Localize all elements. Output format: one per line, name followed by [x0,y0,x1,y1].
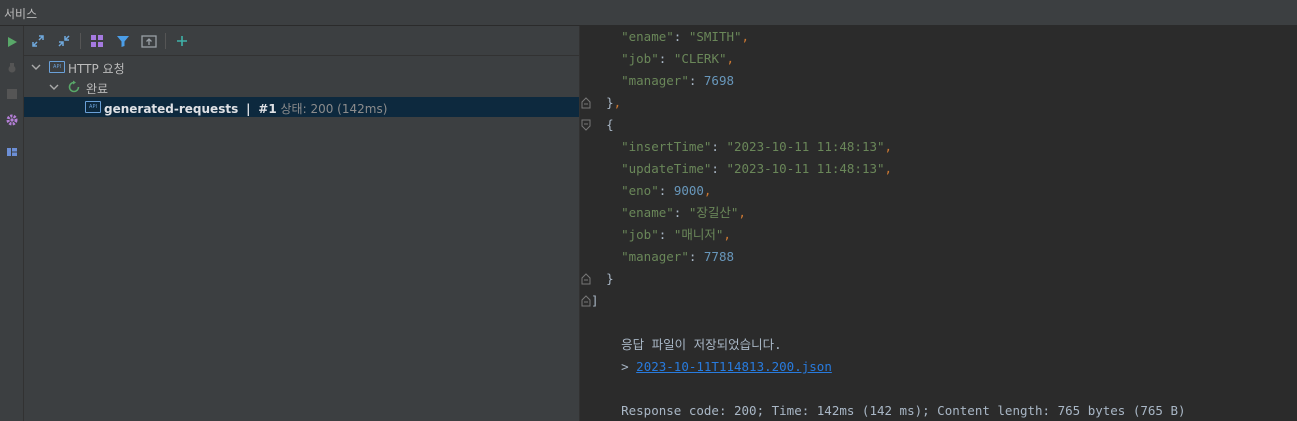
request-row-text: generated-requests | #1 상태: 200 (142ms) [104,100,387,117]
json-line-content: }, [606,95,622,110]
json-key: "ename" [621,29,674,44]
run-icon[interactable] [4,34,20,50]
debug-icon[interactable] [4,60,20,76]
json-line-content: } [591,268,614,290]
tree-node-completed[interactable]: 완료 [24,77,579,97]
json-line-content: ] [591,290,599,312]
saved-message: 응답 파일이 저장되었습니다. [591,312,782,352]
request-status: 상태: 200 (142ms) [280,102,388,116]
saved-file-link[interactable]: 2023-10-11T114813.200.json [636,359,832,374]
tree-node-label: HTTP 요청 [68,62,125,76]
json-key: "eno" [621,183,659,198]
left-action-strip [0,26,24,421]
new-tab-icon[interactable] [141,33,157,49]
json-line-content: "insertTime": "2023-10-11 11:48:13", [621,139,893,154]
json-value: 7788 [703,249,735,264]
toolbar-separator [80,33,81,49]
request-separator: | [246,102,251,116]
json-bracket: } [606,271,614,286]
json-line-content: "eno": 9000, [621,183,712,198]
settings-icon[interactable] [4,112,20,128]
tree-node-label: 완료 [86,82,109,96]
json-line-content: "job": "CLERK", [621,51,735,66]
json-bracket: { [606,117,614,132]
tool-window-header: 서비스 [0,0,1297,26]
file-prefix: > [621,359,637,374]
json-key: "insertTime" [621,139,712,154]
json-value: "2023-10-11 11:48:13" [726,161,885,176]
tool-window-title: 서비스 [4,7,38,21]
json-line-content: "updateTime": "2023-10-11 11:48:13", [621,161,893,176]
saved-file-line: > 2023-10-11T114813.200.json [591,334,832,374]
json-value: "CLERK" [673,51,727,66]
json-bracket: } [606,95,614,110]
json-value: "장길산" [688,205,739,220]
request-number: #1 [258,102,277,116]
chevron-down-icon[interactable] [49,79,61,95]
stop-icon[interactable] [4,86,20,102]
add-icon[interactable] [174,33,190,49]
tree-node-http-requests[interactable]: API HTTP 요청 [24,57,579,77]
json-value: "매니저" [673,227,724,242]
json-line-content: { [591,114,614,136]
json-value: 9000 [673,183,704,198]
json-value: "2023-10-11 11:48:13" [726,139,885,154]
request-name: generated-requests [104,102,239,116]
api-icon: API [49,61,65,73]
collapse-all-icon[interactable] [56,33,72,49]
response-summary-text: Response code: 200; Time: 142ms (142 ms)… [621,403,1186,418]
json-line-content: "ename": "SMITH", [621,29,750,44]
json-key: "manager" [621,73,689,88]
json-key: "job" [621,227,659,242]
chevron-down-icon[interactable] [31,59,43,75]
json-line-content: "manager": 7788 [621,249,735,264]
json-line-content: "manager": 7698 [621,73,735,88]
json-key: "updateTime" [621,161,712,176]
json-value: 7698 [703,73,735,88]
response-summary: Response code: 200; Time: 142ms (142 ms)… [591,378,1185,418]
expand-all-icon[interactable] [30,33,46,49]
json-key: "ename" [621,205,674,220]
json-key: "manager" [621,249,689,264]
filter-icon[interactable] [115,33,131,49]
json-bracket: ] [591,293,599,308]
json-key: "job" [621,51,659,66]
group-by-icon[interactable] [89,33,105,49]
json-line-content: "job": "매니저", [621,227,731,242]
layout-icon[interactable] [4,144,20,160]
json-line-content: "ename": "장길산", [621,205,746,220]
api-icon: API [85,101,101,113]
services-toolbar [24,26,579,56]
tree-node-request[interactable]: API generated-requests | #1 상태: 200 (142… [24,97,579,117]
response-output[interactable]: "ename": "SMITH", "job": "CLERK", "manag… [580,26,1297,421]
toolbar-separator [165,33,166,49]
services-tree: API HTTP 요청 완료 API generated-requests | … [24,56,579,421]
refresh-icon [67,80,81,94]
json-value: "SMITH" [688,29,742,44]
